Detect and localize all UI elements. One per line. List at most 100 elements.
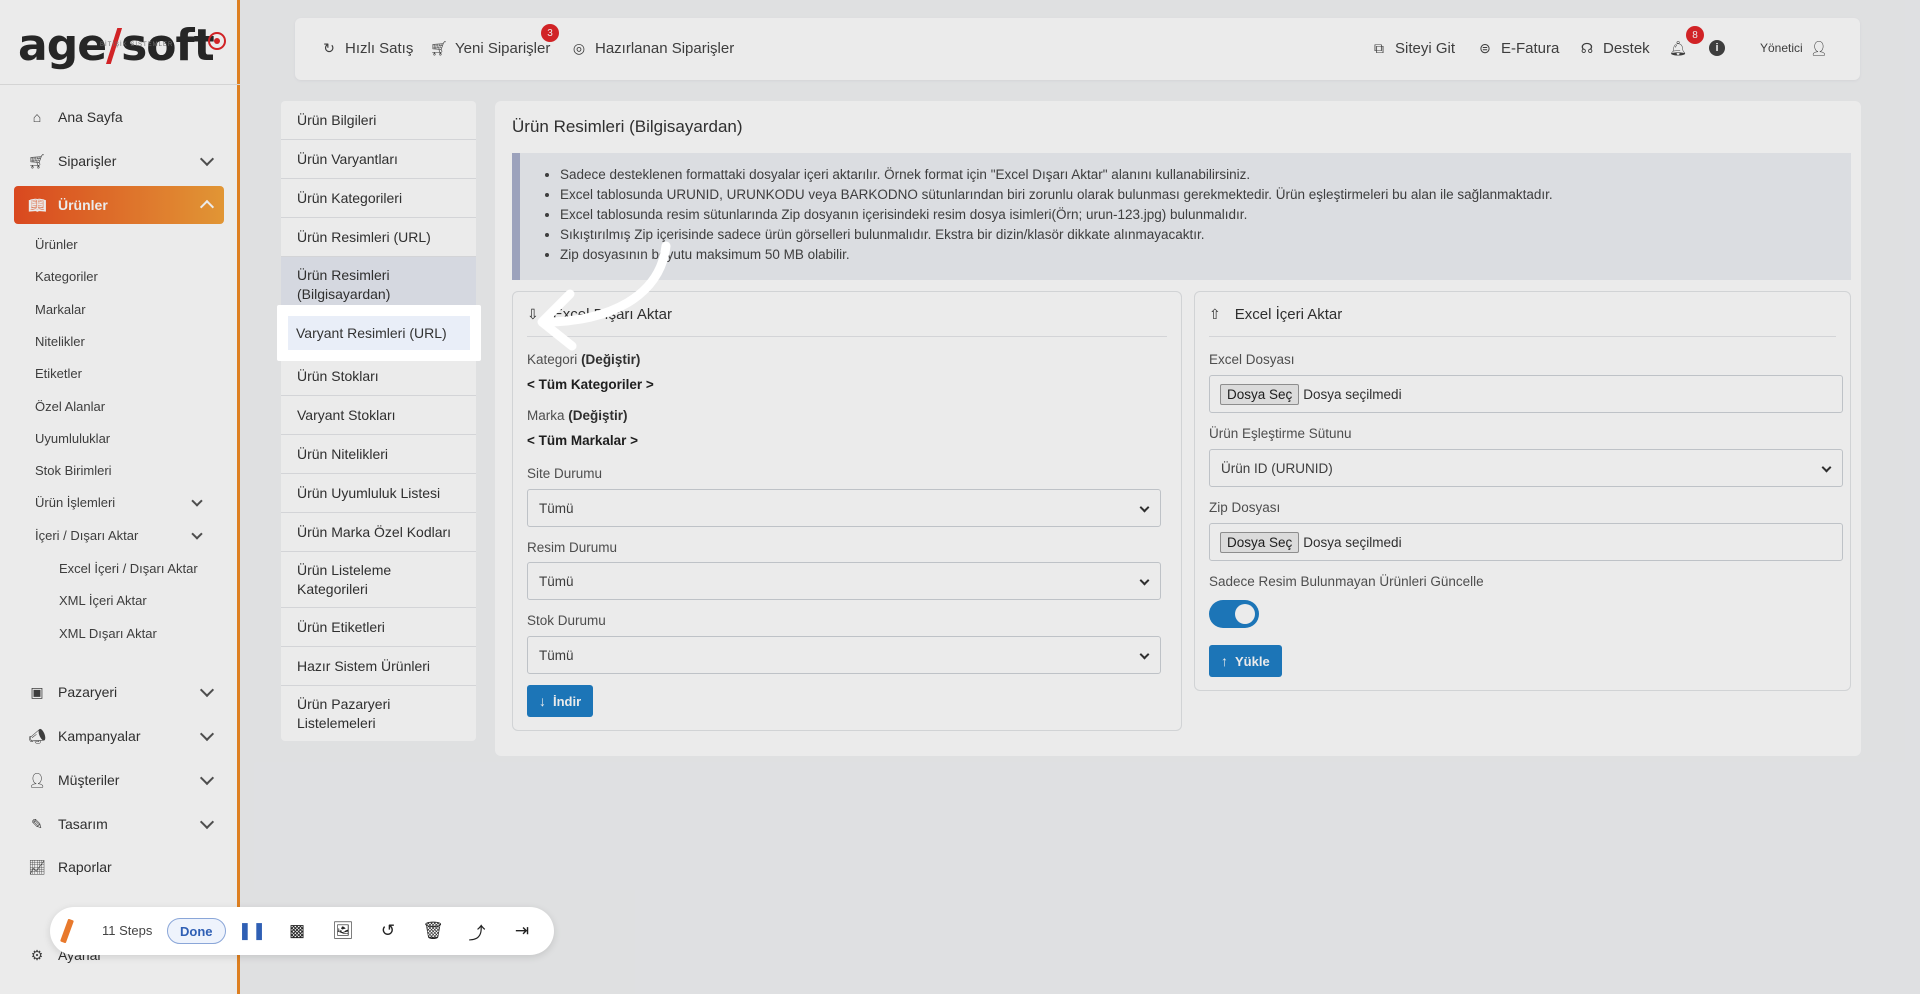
only-missing-label: Sadece Resim Bulunmayan Ürünleri Güncell…	[1209, 574, 1484, 589]
bell-icon: 🔔︎	[1669, 39, 1687, 56]
info-item: Zip dosyasının boyutu maksimum 50 MB ola…	[560, 245, 1851, 265]
logo-subtitle: BİTİŞİK SİSTEMLER	[100, 42, 174, 48]
sidebar-item-reports[interactable]: 📈︎ Raporlar	[14, 848, 224, 886]
chevron-down-icon	[1821, 462, 1832, 473]
megaphone-icon: 📣︎	[28, 727, 46, 744]
sub-item-compatibilities[interactable]: Uyumluluklar	[35, 431, 110, 446]
tab-marketplace-listings[interactable]: Ürün Pazaryeri Listelemeleri	[281, 686, 476, 742]
quick-sale-link[interactable]: ↻ Hızlı Satış	[321, 40, 413, 57]
zip-file-input[interactable]: Dosya Seç Dosya seçilmedi	[1209, 523, 1843, 561]
book-icon: 📖︎	[28, 196, 46, 213]
pen-icon[interactable]	[60, 918, 74, 944]
tab-product-categories[interactable]: Ürün Kategorileri	[281, 179, 476, 218]
home-icon: ⌂	[32, 109, 42, 125]
target-icon[interactable]	[208, 32, 226, 50]
choose-file-button[interactable]: Dosya Seç	[1220, 383, 1300, 405]
pause-icon[interactable]: ❚❚	[238, 921, 267, 941]
tab-product-stocks[interactable]: Ürün Stokları	[281, 357, 476, 396]
tab-listing-categories[interactable]: Ürün Listeleme Kategorileri	[281, 552, 476, 608]
stock-status-label: Stok Durumu	[527, 613, 606, 628]
quick-sale-icon: ↻	[323, 40, 335, 56]
site-status-select[interactable]: Tümü	[527, 489, 1161, 527]
zip-file-label: Zip Dosyası	[1209, 500, 1281, 515]
user-icon: 👤︎	[28, 771, 46, 788]
tab-product-variants[interactable]: Ürün Varyantları	[281, 140, 476, 179]
tab-ready-system-products[interactable]: Hazır Sistem Ürünleri	[281, 647, 476, 686]
stock-status-select[interactable]: Tümü	[527, 636, 1161, 674]
sub-item-products[interactable]: Ürünler	[35, 237, 78, 252]
sidebar-item-products[interactable]: 📖︎ Ürünler	[14, 186, 224, 224]
tab-product-images-url[interactable]: Ürün Resimleri (URL)	[281, 218, 476, 257]
tab-product-compatibility[interactable]: Ürün Uyumluluk Listesi	[281, 474, 476, 513]
info-icon: i	[1709, 40, 1725, 56]
tab-product-tags[interactable]: Ürün Etiketleri	[281, 608, 476, 647]
sidebar-item-home[interactable]: ⌂ Ana Sayfa	[14, 98, 224, 136]
match-column-select[interactable]: Ürün ID (URUNID)	[1209, 449, 1843, 487]
invoice-icon: ⊜	[1479, 40, 1491, 56]
package-icon: ◎	[572, 40, 586, 56]
all-brands-link[interactable]: < Tüm Markalar >	[527, 433, 638, 448]
einvoice-link[interactable]: ⊜ E-Fatura	[1477, 40, 1559, 57]
sub-item-import-export[interactable]: İçeri / Dışarı Aktar	[35, 528, 203, 543]
chevron-down-icon	[1139, 575, 1150, 586]
sub-item-custom-fields[interactable]: Özel Alanlar	[35, 399, 105, 414]
sub-item-xml-export[interactable]: XML Dışarı Aktar	[59, 626, 157, 641]
info-button[interactable]: i	[1709, 40, 1733, 56]
prepared-orders-link[interactable]: ◎ Hazırlanan Siparişler	[571, 40, 734, 57]
excel-file-input[interactable]: Dosya Seç Dosya seçilmedi	[1209, 375, 1843, 413]
sidebar-item-customers[interactable]: 👤︎ Müşteriler	[14, 761, 224, 799]
user-menu[interactable]: Yönetici 👤︎	[1760, 39, 1828, 56]
share-icon[interactable]: ⤴	[467, 921, 487, 943]
import-panel: ⇧ Excel İçeri Aktar Excel Dosyası Dosya …	[1194, 291, 1851, 691]
chevron-up-icon	[199, 199, 215, 215]
chevron-down-icon	[199, 682, 215, 698]
sub-item-stock-units[interactable]: Stok Birimleri	[35, 463, 112, 478]
change-brand-link[interactable]: (Değiştir)	[568, 408, 627, 423]
user-icon: 👤︎	[1809, 39, 1828, 56]
sub-item-product-operations[interactable]: Ürün İşlemleri	[35, 495, 203, 510]
go-site-link[interactable]: ⧉ Siteyi Git	[1371, 40, 1455, 57]
undo-icon[interactable]: ↺	[378, 921, 398, 941]
headset-icon: ☊	[1580, 40, 1594, 56]
box-icon: ▣	[30, 683, 44, 700]
tab-product-info[interactable]: Ürün Bilgileri	[281, 101, 476, 140]
info-item: Excel tablosunda URUNID, URUNKODU veya B…	[560, 185, 1851, 205]
blur-icon[interactable]: ▩	[287, 921, 307, 941]
info-item: Sadece desteklenen formattaki dosyalar i…	[560, 165, 1851, 185]
recorder-toolbar: 11 Steps Done ❚❚ ▩ 🖼︎ ↺ 🗑︎ ⤴ ⇥	[50, 907, 554, 955]
tab-product-attributes[interactable]: Ürün Nitelikleri	[281, 435, 476, 474]
tab-brand-codes[interactable]: Ürün Marka Özel Kodları	[281, 513, 476, 552]
sub-item-attributes[interactable]: Nitelikler	[35, 334, 85, 349]
sidebar-item-design[interactable]: ✎ Tasarım	[14, 805, 224, 843]
sub-item-xml-import[interactable]: XML İçeri Aktar	[59, 593, 147, 608]
brush-icon: ✎	[31, 815, 43, 832]
sidebar-item-campaigns[interactable]: 📣︎ Kampanyalar	[14, 717, 224, 755]
tab-variant-stocks[interactable]: Varyant Stokları	[281, 396, 476, 435]
trash-icon[interactable]: 🗑︎	[422, 921, 444, 941]
only-missing-toggle[interactable]	[1209, 600, 1259, 628]
choose-file-button[interactable]: Dosya Seç	[1220, 531, 1300, 553]
done-button[interactable]: Done	[167, 918, 226, 944]
chevron-down-icon	[1139, 502, 1150, 513]
sidebar-item-marketplace[interactable]: ▣ Pazaryeri	[14, 673, 224, 711]
panel-divider	[1209, 336, 1836, 337]
topbar: ↻ Hızlı Satış 🛒︎ Yeni Siparişler 3 ◎ Haz…	[295, 18, 1860, 80]
chevron-down-icon	[199, 151, 215, 167]
image-status-select[interactable]: Tümü	[527, 562, 1161, 600]
image-icon[interactable]: 🖼︎	[332, 921, 354, 941]
new-orders-link[interactable]: 🛒︎ Yeni Siparişler	[430, 40, 550, 57]
sub-item-categories[interactable]: Kategoriler	[35, 269, 98, 284]
all-categories-link[interactable]: < Tüm Kategoriler >	[527, 377, 654, 392]
skip-icon[interactable]: ⇥	[512, 921, 532, 941]
upload-button[interactable]: ↑ Yükle	[1209, 645, 1282, 677]
sub-item-tags[interactable]: Etiketler	[35, 366, 82, 381]
gear-icon: ⚙	[30, 946, 44, 963]
spotlight-variant-images-url[interactable]: Varyant Resimleri (URL)	[288, 316, 470, 350]
sidebar: age/soft BİTİŞİK SİSTEMLER ⌂ Ana Sayfa 🛒…	[0, 0, 240, 994]
support-link[interactable]: ☊ Destek	[1579, 40, 1650, 57]
download-button[interactable]: ↓ İndir	[527, 685, 594, 717]
sub-item-brands[interactable]: Markalar	[35, 302, 86, 317]
sidebar-item-orders[interactable]: 🛒︎ Siparişler	[14, 142, 224, 180]
sub-item-excel-import-export[interactable]: Excel İçeri / Dışarı Aktar	[59, 561, 198, 576]
main-card: Ürün Resimleri (Bilgisayardan) Sadece de…	[495, 101, 1861, 756]
